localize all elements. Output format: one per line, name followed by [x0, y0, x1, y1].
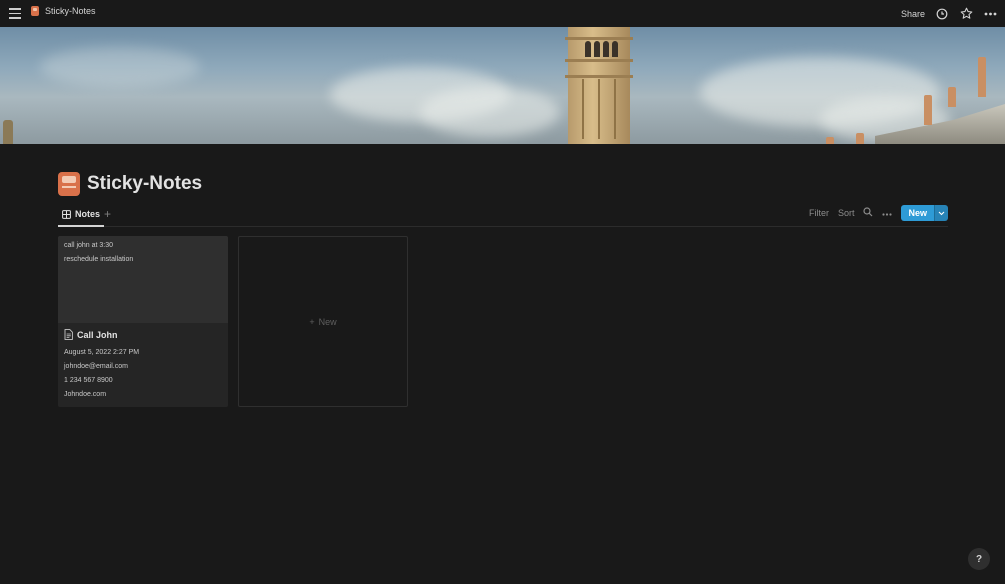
sticky-note-icon	[31, 6, 39, 16]
add-view-button[interactable]: +	[104, 207, 111, 221]
page-icon[interactable]	[58, 172, 80, 196]
tab-notes[interactable]: Notes	[58, 203, 105, 227]
page-doc-icon	[64, 329, 73, 340]
new-button[interactable]: New	[901, 205, 934, 221]
cover-image	[0, 27, 1005, 144]
breadcrumb[interactable]: Sticky-Notes	[31, 6, 96, 16]
menu-icon[interactable]	[9, 8, 21, 19]
tab-label: Notes	[75, 209, 101, 219]
share-button[interactable]: Share	[901, 9, 925, 19]
new-card-button[interactable]: + New	[238, 236, 408, 407]
card-phone[interactable]: 1 234 567 8900	[64, 377, 222, 384]
new-button-group: New	[901, 205, 948, 221]
more-options-icon[interactable]	[882, 208, 893, 218]
help-button[interactable]: ?	[968, 548, 990, 570]
clock-icon[interactable]	[935, 7, 949, 21]
card-website[interactable]: Johndoe.com	[64, 391, 222, 398]
preview-line: call john at 3:30	[64, 242, 114, 249]
view-tabs: Notes + Filter Sort New	[58, 203, 948, 227]
search-icon[interactable]	[863, 207, 873, 219]
card-email[interactable]: johndoe@email.com	[64, 363, 222, 370]
page-title[interactable]: Sticky-Notes	[87, 173, 202, 195]
card-date: August 5, 2022 2:27 PM	[64, 349, 140, 356]
top-bar: Sticky-Notes Share	[0, 0, 1005, 27]
new-card-label: New	[318, 316, 337, 327]
card-preview: call john at 3:30 reschedule installatio…	[58, 236, 228, 323]
filter-button[interactable]: Filter	[809, 208, 829, 218]
more-icon[interactable]	[983, 7, 997, 21]
chevron-down-icon[interactable]	[934, 205, 948, 221]
star-icon[interactable]	[959, 7, 973, 21]
preview-line: reschedule installation	[64, 256, 134, 263]
card-title: Call John	[64, 329, 222, 340]
breadcrumb-title: Sticky-Notes	[45, 6, 96, 16]
gallery-icon	[62, 209, 71, 219]
plus-icon: +	[309, 316, 315, 327]
sort-button[interactable]: Sort	[838, 208, 855, 218]
gallery-card[interactable]: call john at 3:30 reschedule installatio…	[58, 236, 228, 407]
card-title-text: Call John	[77, 329, 118, 340]
